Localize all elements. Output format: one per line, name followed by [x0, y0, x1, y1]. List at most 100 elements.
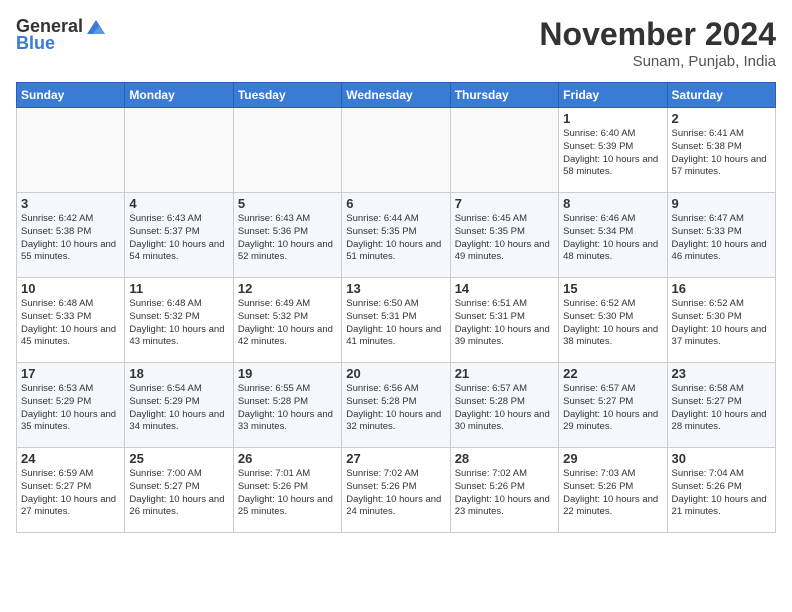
- calendar-cell: 7 Sunrise: 6:45 AMSunset: 5:35 PMDaylight…: [450, 193, 558, 278]
- weekday-header-friday: Friday: [559, 83, 667, 108]
- day-info: Sunrise: 6:50 AMSunset: 5:31 PMDaylight:…: [346, 298, 445, 349]
- calendar-cell: 12 Sunrise: 6:49 AMSunset: 5:32 PMDayligh…: [233, 278, 341, 363]
- day-number: 10: [21, 281, 120, 296]
- day-number: 29: [563, 451, 662, 466]
- calendar-cell: 23 Sunrise: 6:58 AMSunset: 5:27 PMDayligh…: [667, 363, 775, 448]
- logo-blue-text: Blue: [16, 33, 55, 54]
- calendar-cell: [125, 108, 233, 193]
- day-info: Sunrise: 7:01 AMSunset: 5:26 PMDaylight:…: [238, 468, 337, 519]
- calendar-week-row: 3 Sunrise: 6:42 AMSunset: 5:38 PMDaylight…: [17, 193, 776, 278]
- day-number: 30: [672, 451, 771, 466]
- day-info: Sunrise: 6:59 AMSunset: 5:27 PMDaylight:…: [21, 468, 120, 519]
- day-number: 28: [455, 451, 554, 466]
- calendar-cell: [17, 108, 125, 193]
- day-number: 24: [21, 451, 120, 466]
- day-number: 27: [346, 451, 445, 466]
- day-number: 1: [563, 111, 662, 126]
- calendar-cell: 26 Sunrise: 7:01 AMSunset: 5:26 PMDayligh…: [233, 448, 341, 533]
- day-number: 7: [455, 196, 554, 211]
- calendar-week-row: 17Sunrise: 6:53 AMSunset: 5:29 PMDayligh…: [17, 363, 776, 448]
- day-number: 9: [672, 196, 771, 211]
- day-info: Sunrise: 6:42 AMSunset: 5:38 PMDaylight:…: [21, 213, 120, 264]
- day-info: Sunrise: 6:52 AMSunset: 5:30 PMDaylight:…: [672, 298, 771, 349]
- day-number: 13: [346, 281, 445, 296]
- calendar-cell: 30Sunrise: 7:04 AMSunset: 5:26 PMDayligh…: [667, 448, 775, 533]
- title-block: November 2024 Sunam, Punjab, India: [539, 16, 776, 70]
- day-number: 4: [129, 196, 228, 211]
- day-info: Sunrise: 6:49 AMSunset: 5:32 PMDaylight:…: [238, 298, 337, 349]
- day-number: 12: [238, 281, 337, 296]
- day-info: Sunrise: 6:48 AMSunset: 5:32 PMDaylight:…: [129, 298, 228, 349]
- day-info: Sunrise: 7:02 AMSunset: 5:26 PMDaylight:…: [455, 468, 554, 519]
- day-number: 18: [129, 366, 228, 381]
- day-info: Sunrise: 6:40 AMSunset: 5:39 PMDaylight:…: [563, 128, 662, 179]
- calendar-cell: 20 Sunrise: 6:56 AMSunset: 5:28 PMDayligh…: [342, 363, 450, 448]
- day-info: Sunrise: 6:54 AMSunset: 5:29 PMDaylight:…: [129, 383, 228, 434]
- logo-icon: [85, 18, 107, 36]
- calendar-cell: 29Sunrise: 7:03 AMSunset: 5:26 PMDayligh…: [559, 448, 667, 533]
- calendar-cell: 15Sunrise: 6:52 AMSunset: 5:30 PMDayligh…: [559, 278, 667, 363]
- day-info: Sunrise: 6:41 AMSunset: 5:38 PMDaylight:…: [672, 128, 771, 179]
- calendar-cell: 10 Sunrise: 6:48 AMSunset: 5:33 PMDayligh…: [17, 278, 125, 363]
- day-number: 14: [455, 281, 554, 296]
- day-number: 2: [672, 111, 771, 126]
- weekday-header-wednesday: Wednesday: [342, 83, 450, 108]
- day-number: 23: [672, 366, 771, 381]
- day-info: Sunrise: 6:44 AMSunset: 5:35 PMDaylight:…: [346, 213, 445, 264]
- day-number: 16: [672, 281, 771, 296]
- location: Sunam, Punjab, India: [539, 53, 776, 70]
- calendar-cell: 19Sunrise: 6:55 AMSunset: 5:28 PMDayligh…: [233, 363, 341, 448]
- calendar-cell: 18 Sunrise: 6:54 AMSunset: 5:29 PMDayligh…: [125, 363, 233, 448]
- day-info: Sunrise: 6:56 AMSunset: 5:28 PMDaylight:…: [346, 383, 445, 434]
- calendar-cell: 13 Sunrise: 6:50 AMSunset: 5:31 PMDayligh…: [342, 278, 450, 363]
- weekday-header-sunday: Sunday: [17, 83, 125, 108]
- calendar-cell: [342, 108, 450, 193]
- calendar-cell: 24 Sunrise: 6:59 AMSunset: 5:27 PMDayligh…: [17, 448, 125, 533]
- calendar-cell: 4 Sunrise: 6:43 AMSunset: 5:37 PMDaylight…: [125, 193, 233, 278]
- calendar-cell: 25 Sunrise: 7:00 AMSunset: 5:27 PMDayligh…: [125, 448, 233, 533]
- day-info: Sunrise: 7:02 AMSunset: 5:26 PMDaylight:…: [346, 468, 445, 519]
- day-info: Sunrise: 6:52 AMSunset: 5:30 PMDaylight:…: [563, 298, 662, 349]
- weekday-header-thursday: Thursday: [450, 83, 558, 108]
- calendar-cell: [450, 108, 558, 193]
- day-number: 8: [563, 196, 662, 211]
- weekday-header-tuesday: Tuesday: [233, 83, 341, 108]
- day-number: 21: [455, 366, 554, 381]
- day-info: Sunrise: 6:57 AMSunset: 5:28 PMDaylight:…: [455, 383, 554, 434]
- day-info: Sunrise: 6:48 AMSunset: 5:33 PMDaylight:…: [21, 298, 120, 349]
- calendar-cell: 16 Sunrise: 6:52 AMSunset: 5:30 PMDayligh…: [667, 278, 775, 363]
- calendar-cell: 8Sunrise: 6:46 AMSunset: 5:34 PMDaylight…: [559, 193, 667, 278]
- calendar-cell: 14 Sunrise: 6:51 AMSunset: 5:31 PMDayligh…: [450, 278, 558, 363]
- day-info: Sunrise: 6:45 AMSunset: 5:35 PMDaylight:…: [455, 213, 554, 264]
- calendar-cell: 28 Sunrise: 7:02 AMSunset: 5:26 PMDayligh…: [450, 448, 558, 533]
- day-info: Sunrise: 7:00 AMSunset: 5:27 PMDaylight:…: [129, 468, 228, 519]
- calendar-week-row: 24 Sunrise: 6:59 AMSunset: 5:27 PMDayligh…: [17, 448, 776, 533]
- day-info: Sunrise: 6:53 AMSunset: 5:29 PMDaylight:…: [21, 383, 120, 434]
- day-number: 3: [21, 196, 120, 211]
- day-number: 20: [346, 366, 445, 381]
- day-number: 26: [238, 451, 337, 466]
- day-number: 22: [563, 366, 662, 381]
- calendar-cell: [233, 108, 341, 193]
- day-number: 6: [346, 196, 445, 211]
- weekday-header-saturday: Saturday: [667, 83, 775, 108]
- calendar-cell: 5Sunrise: 6:43 AMSunset: 5:36 PMDaylight…: [233, 193, 341, 278]
- day-info: Sunrise: 6:55 AMSunset: 5:28 PMDaylight:…: [238, 383, 337, 434]
- month-title: November 2024: [539, 16, 776, 53]
- day-info: Sunrise: 6:58 AMSunset: 5:27 PMDaylight:…: [672, 383, 771, 434]
- calendar-cell: 1 Sunrise: 6:40 AMSunset: 5:39 PMDaylight…: [559, 108, 667, 193]
- weekday-header-monday: Monday: [125, 83, 233, 108]
- calendar-cell: 21 Sunrise: 6:57 AMSunset: 5:28 PMDayligh…: [450, 363, 558, 448]
- day-info: Sunrise: 6:43 AMSunset: 5:37 PMDaylight:…: [129, 213, 228, 264]
- day-number: 25: [129, 451, 228, 466]
- day-info: Sunrise: 6:43 AMSunset: 5:36 PMDaylight:…: [238, 213, 337, 264]
- calendar-cell: 22Sunrise: 6:57 AMSunset: 5:27 PMDayligh…: [559, 363, 667, 448]
- day-info: Sunrise: 6:51 AMSunset: 5:31 PMDaylight:…: [455, 298, 554, 349]
- calendar-cell: 27 Sunrise: 7:02 AMSunset: 5:26 PMDayligh…: [342, 448, 450, 533]
- logo: General Blue: [16, 16, 107, 54]
- calendar-cell: 2 Sunrise: 6:41 AMSunset: 5:38 PMDaylight…: [667, 108, 775, 193]
- calendar-cell: 3 Sunrise: 6:42 AMSunset: 5:38 PMDaylight…: [17, 193, 125, 278]
- page-header: General Blue November 2024 Sunam, Punjab…: [16, 16, 776, 70]
- calendar-week-row: 1 Sunrise: 6:40 AMSunset: 5:39 PMDaylight…: [17, 108, 776, 193]
- calendar-cell: 11Sunrise: 6:48 AMSunset: 5:32 PMDayligh…: [125, 278, 233, 363]
